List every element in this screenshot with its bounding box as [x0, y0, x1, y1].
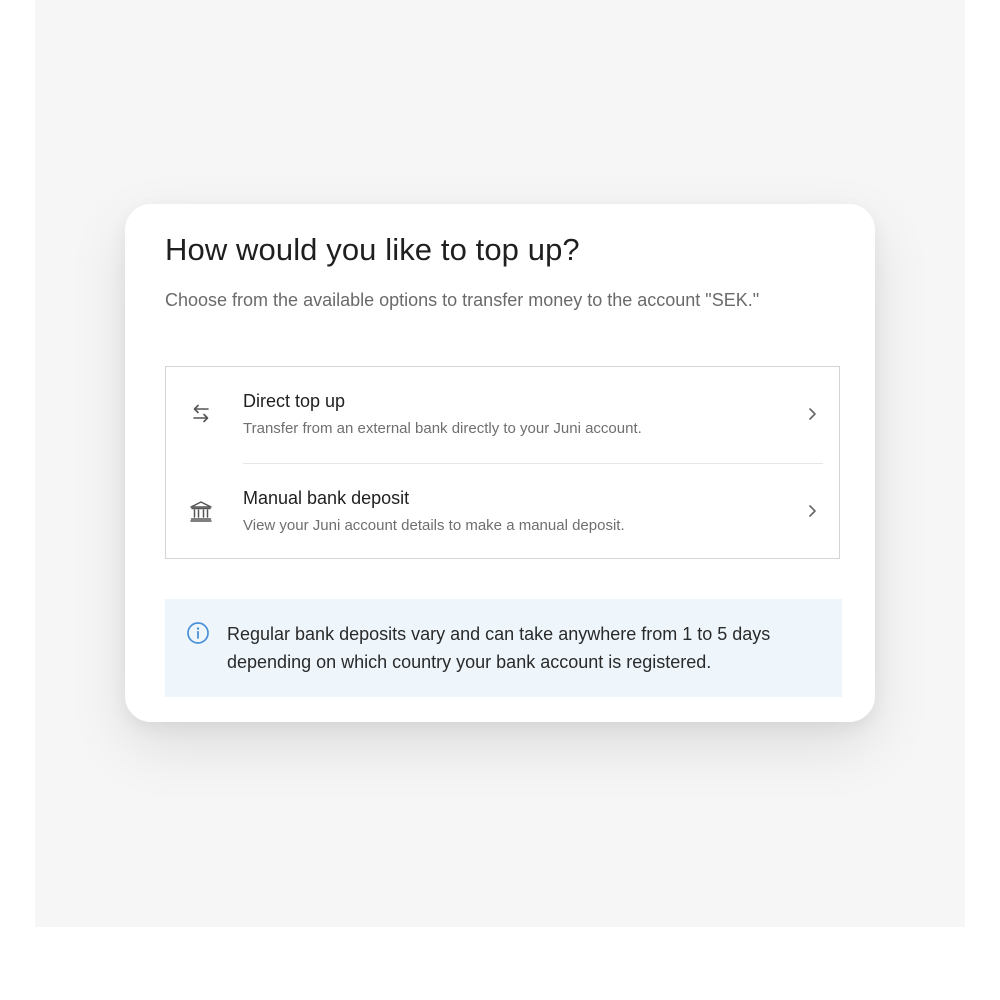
option-title: Manual bank deposit [243, 488, 410, 508]
info-icon [187, 622, 209, 644]
option-description: Transfer from an external bank directly … [243, 420, 642, 437]
info-text: Regular bank deposits vary and can take … [227, 624, 771, 672]
info-banner: Regular bank deposits vary and can take … [165, 599, 842, 697]
transfer-arrows-icon [193, 404, 209, 423]
dialog-subtitle: Choose from the available options to tra… [165, 290, 760, 310]
dialog-title: How would you like to top up? [165, 232, 580, 267]
option-manual-bank-deposit[interactable]: Manual bank deposit View your Juni accou… [166, 464, 839, 560]
top-up-dialog: How would you like to top up? Choose fro… [125, 204, 875, 722]
top-up-options-list: Direct top up Transfer from an external … [165, 366, 840, 559]
option-description: View your Juni account details to make a… [243, 517, 625, 534]
option-title: Direct top up [243, 391, 346, 411]
option-direct-top-up[interactable]: Direct top up Transfer from an external … [166, 367, 839, 464]
chevron-right-icon [809, 408, 816, 420]
bank-icon [190, 501, 212, 522]
chevron-right-icon [809, 505, 816, 517]
